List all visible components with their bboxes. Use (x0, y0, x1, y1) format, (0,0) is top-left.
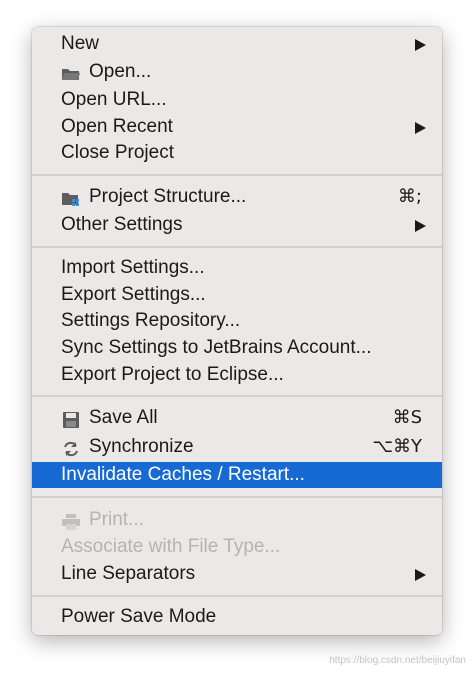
menu-item-label: Save All (89, 407, 158, 428)
menu-item-open-recent[interactable]: Open Recent (32, 114, 442, 140)
menu-item-save-all[interactable]: Save All ⌘S (32, 405, 442, 431)
submenu-arrow-icon (415, 39, 426, 51)
menu-item-import-settings[interactable]: Import Settings... (32, 255, 442, 281)
screenshot-stage: New Open... Open URL... Open Recent Clos… (0, 0, 474, 674)
menu-item-label: Open Recent (61, 116, 173, 137)
menu-item-label: Line Separators (61, 563, 196, 584)
menu-item-project-structure[interactable]: Project Structure... ⌘; (32, 184, 442, 210)
menu-item-label: New (61, 33, 100, 54)
menu-item-label: Sync Settings to JetBrains Account... (61, 337, 372, 358)
menu-item-label: Export Settings... (61, 284, 206, 305)
menu-item-power-save-mode[interactable]: Power Save Mode (32, 604, 442, 630)
menu-separator (32, 595, 442, 597)
menu-item-label: Power Save Mode (61, 606, 217, 627)
menu-separator (32, 246, 442, 248)
submenu-arrow-icon (415, 220, 426, 232)
submenu-arrow-icon (415, 569, 426, 581)
menu-item-label: Print... (89, 509, 144, 530)
menu-item-settings-repository[interactable]: Settings Repository... (32, 308, 442, 334)
menu-item-open-url[interactable]: Open URL... (32, 87, 442, 113)
menu-item-new[interactable]: New (32, 31, 442, 57)
menu-separator (32, 395, 442, 397)
menu-item-close-project[interactable]: Close Project (32, 140, 442, 166)
menu-item-label: Import Settings... (61, 257, 205, 278)
menu-item-label: Synchronize (89, 436, 194, 457)
menu-item-label: Invalidate Caches / Restart... (61, 464, 305, 485)
menu-item-label: Associate with File Type... (61, 536, 281, 557)
menu-item-open[interactable]: Open... (32, 59, 442, 85)
menu-separator (32, 174, 442, 176)
menu-item-print: Print... (32, 507, 442, 533)
menu-item-associate-file-type: Associate with File Type... (32, 534, 442, 560)
save-icon (61, 410, 81, 428)
submenu-arrow-icon (415, 122, 426, 134)
printer-icon (61, 512, 81, 530)
menu-item-label: Export Project to Eclipse... (61, 364, 284, 385)
menu-item-export-settings[interactable]: Export Settings... (32, 282, 442, 308)
menu-item-other-settings[interactable]: Other Settings (32, 212, 442, 238)
menu-item-label: Project Structure... (89, 186, 247, 207)
sync-icon (61, 439, 81, 457)
menu-item-label: Settings Repository... (61, 310, 241, 331)
folder-icon (61, 64, 81, 80)
menu-item-synchronize[interactable]: Synchronize ⌥⌘Y (32, 434, 442, 460)
watermark-text: https://blog.csdn.net/beijiuyifan (329, 655, 466, 666)
menu-item-label: Open URL... (61, 89, 167, 110)
project-structure-icon (61, 189, 81, 206)
menu-separator (32, 496, 442, 498)
shortcut-label: ⌥⌘Y (372, 436, 422, 457)
menu-item-export-to-eclipse[interactable]: Export Project to Eclipse... (32, 362, 442, 388)
menu-item-label: Open... (89, 61, 152, 82)
shortcut-label: ⌘S (392, 407, 422, 428)
menu-item-label: Other Settings (61, 214, 183, 235)
menu-item-invalidate-caches[interactable]: Invalidate Caches / Restart... (32, 462, 442, 488)
menu-item-sync-settings[interactable]: Sync Settings to JetBrains Account... (32, 335, 442, 361)
shortcut-label: ⌘; (397, 186, 422, 207)
menu-item-line-separators[interactable]: Line Separators (32, 561, 442, 587)
menu-item-label: Close Project (61, 142, 174, 163)
file-menu: New Open... Open URL... Open Recent Clos… (32, 27, 442, 635)
